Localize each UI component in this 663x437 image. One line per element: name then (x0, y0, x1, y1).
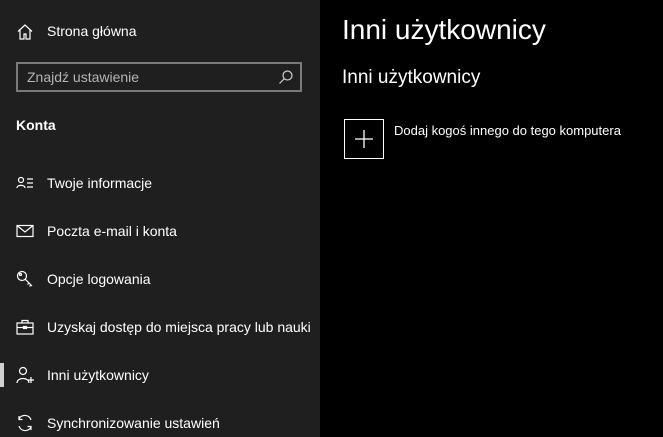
key-icon (16, 270, 34, 288)
plus-icon[interactable] (344, 119, 384, 159)
home-label: Strona główna (47, 23, 137, 39)
sidebar-item-label: Inni użytkownicy (47, 367, 149, 383)
sidebar-item-email-accounts[interactable]: Poczta e-mail i konta (0, 209, 320, 253)
contact-card-icon (16, 174, 34, 192)
selected-indicator (0, 363, 4, 387)
settings-window: Strona główna Konta Twoje informacje (0, 0, 663, 437)
home-nav-item[interactable]: Strona główna (0, 14, 320, 48)
section-title: Konta (16, 117, 56, 133)
search-box[interactable] (16, 62, 302, 92)
add-user-label: Dodaj kogoś innego do tego komputera (394, 123, 621, 138)
page-title: Inni użytkownicy (342, 14, 546, 45)
sidebar-item-sign-in-options[interactable]: Opcje logowania (0, 257, 320, 301)
sidebar-item-your-info[interactable]: Twoje informacje (0, 161, 320, 205)
sidebar-item-label: Synchronizowanie ustawień (47, 415, 220, 431)
search-input[interactable] (18, 64, 268, 90)
person-add-icon (16, 366, 34, 384)
sidebar-item-label: Twoje informacje (47, 175, 153, 191)
section-heading: Inni użytkownicy (342, 67, 481, 88)
sidebar-item-label: Uzyskaj dostęp do miejsca pracy lub nauk… (47, 319, 311, 335)
home-icon (16, 23, 34, 41)
sync-icon (16, 414, 34, 432)
add-user-button[interactable]: Dodaj kogoś innego do tego komputera (344, 119, 654, 161)
sidebar-item-label: Poczta e-mail i konta (47, 223, 177, 239)
sidebar-item-work-school-access[interactable]: Uzyskaj dostęp do miejsca pracy lub nauk… (0, 305, 320, 349)
sidebar-item-sync-settings[interactable]: Synchronizowanie ustawień (0, 401, 320, 437)
briefcase-icon (16, 318, 34, 336)
sidebar-item-label: Opcje logowania (47, 271, 151, 287)
main-content: Inni użytkownicy Inni użytkownicy Dodaj … (320, 0, 663, 437)
search-icon[interactable] (278, 69, 294, 85)
sidebar-item-other-users[interactable]: Inni użytkownicy (0, 353, 320, 397)
sidebar: Strona główna Konta Twoje informacje (0, 0, 320, 437)
mail-icon (16, 222, 34, 240)
